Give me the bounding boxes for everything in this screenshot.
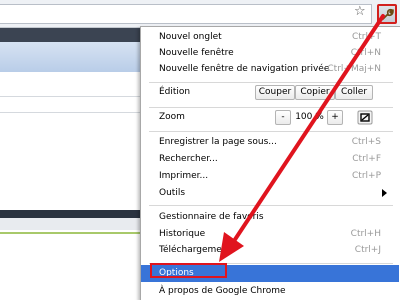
menu-item-label: Édition [159, 87, 191, 97]
page-divider [0, 96, 140, 97]
menu-item-label: Gestionnaire de favoris [159, 212, 264, 222]
page-dark-band [0, 210, 140, 218]
menu-item-label: Rechercher... [159, 154, 218, 164]
menu-item-shortcut: Ctrl+P [352, 171, 381, 181]
zoom-out-button[interactable]: - [275, 110, 291, 125]
menu-item-bookmark-manager[interactable]: Gestionnaire de favoris [141, 209, 399, 226]
paste-button[interactable]: Coller [335, 85, 373, 100]
page-grey-band [0, 218, 140, 230]
menu-item-zoom: Zoom - 100 % + [141, 109, 399, 126]
menu-item-new-tab[interactable]: Nouvel onglet Ctrl+T [141, 29, 399, 46]
menu-item-label: Imprimer... [159, 171, 209, 181]
menu-item-label: Nouvelle fenêtre de navigation privée [159, 64, 330, 74]
menu-separator [149, 107, 393, 108]
menu-item-label: Zoom [159, 112, 185, 122]
menu-item-find[interactable]: Rechercher... Ctrl+F [141, 151, 399, 168]
wrench-icon [382, 8, 394, 20]
menu-separator [149, 205, 393, 206]
menu-item-label: Outils [159, 188, 186, 198]
menu-item-edit: Édition Couper Copier Coller [141, 84, 399, 101]
menu-item-new-incognito-window[interactable]: Nouvelle fenêtre de navigation privée Ct… [141, 61, 399, 78]
menu-item-downloads[interactable]: Téléchargements Ctrl+J [141, 242, 399, 259]
menu-item-shortcut: Ctrl+T [351, 32, 381, 42]
menu-separator [149, 131, 393, 132]
menu-item-new-window[interactable]: Nouvelle fenêtre Ctrl+N [141, 45, 399, 62]
fullscreen-icon[interactable] [357, 110, 373, 125]
submenu-arrow-icon [382, 189, 387, 197]
menu-item-tools[interactable]: Outils [141, 185, 399, 202]
bookmark-bar [0, 28, 140, 42]
menu-item-label: Enregistrer la page sous... [159, 137, 277, 147]
menu-item-label: Historique [159, 229, 206, 239]
menu-item-shortcut: Ctrl+H [350, 229, 381, 239]
menu-item-shortcut: Ctrl+J [354, 245, 381, 255]
menu-item-shortcut: Ctrl+S [351, 137, 381, 147]
page-divider [0, 112, 140, 113]
menu-item-shortcut: Ctrl+N [350, 48, 381, 58]
menu-item-save-page[interactable]: Enregistrer la page sous... Ctrl+S [141, 134, 399, 151]
menu-item-print[interactable]: Imprimer... Ctrl+P [141, 168, 399, 185]
zoom-level: 100 % [295, 112, 324, 122]
address-bar[interactable] [0, 4, 372, 24]
menu-item-label: Nouvelle fenêtre [159, 48, 234, 58]
menu-item-about[interactable]: À propos de Google Chrome [141, 283, 399, 300]
copy-button[interactable]: Copier [295, 85, 335, 100]
page-green-line [0, 232, 140, 234]
menu-item-shortcut: Ctrl+Maj+N [327, 64, 381, 74]
page-header-band [0, 42, 140, 72]
menu-item-shortcut: Ctrl+F [352, 154, 381, 164]
menu-separator [149, 82, 393, 83]
cut-button[interactable]: Couper [255, 85, 295, 100]
chrome-menu: Nouvel onglet Ctrl+T Nouvelle fenêtre Ct… [140, 26, 400, 300]
menu-item-label: Téléchargements [159, 245, 236, 255]
browser-toolbar: ☆ [0, 0, 400, 28]
zoom-in-button[interactable]: + [327, 110, 343, 125]
options-highlight-box [150, 263, 227, 278]
star-icon[interactable]: ☆ [354, 5, 368, 19]
menu-item-label: Nouvel onglet [159, 32, 222, 42]
menu-item-label: À propos de Google Chrome [159, 286, 286, 296]
menu-item-history[interactable]: Historique Ctrl+H [141, 226, 399, 243]
wrench-menu-button[interactable] [377, 4, 397, 24]
